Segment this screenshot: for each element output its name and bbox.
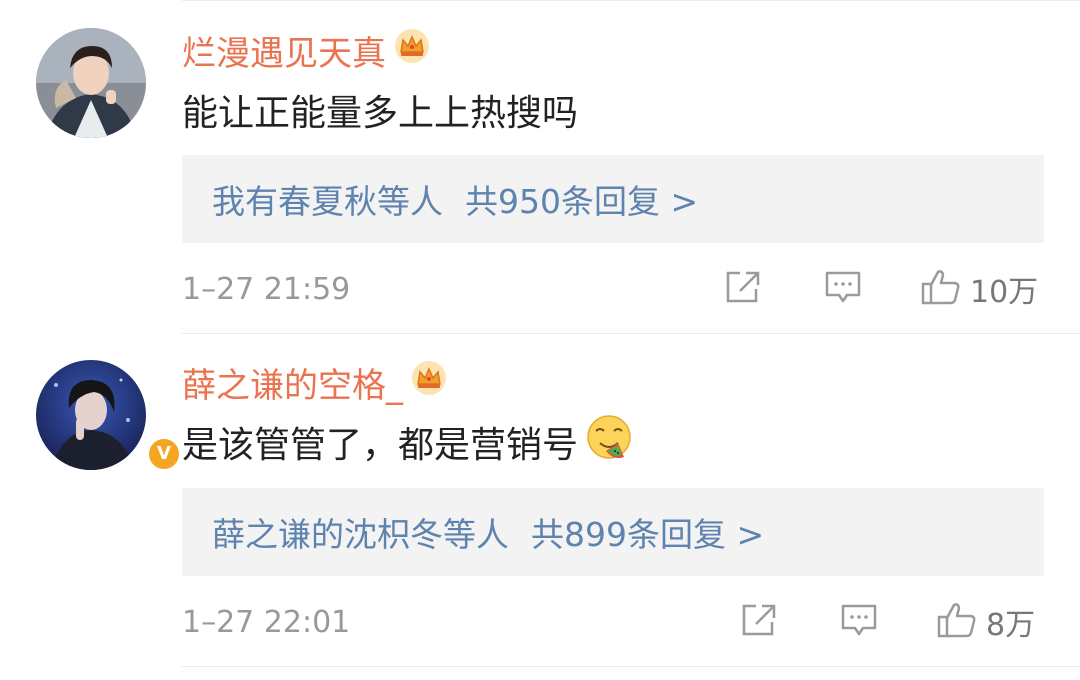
thumbs-up-icon[interactable] xyxy=(920,268,962,310)
reply-summary[interactable]: 薛之谦的沈枳冬等人 共899条回复 > xyxy=(182,488,1044,576)
like-action[interactable]: 10万 xyxy=(920,268,1039,310)
comment-meta: 1–27 21:59 10万 xyxy=(182,268,1044,310)
repost-icon[interactable] xyxy=(740,602,778,642)
avatar[interactable]: V xyxy=(36,360,182,472)
timestamp: 1–27 21:59 xyxy=(182,271,351,307)
verified-badge-icon: V xyxy=(146,436,182,472)
comment-action[interactable] xyxy=(824,269,862,309)
comment-action[interactable] xyxy=(840,602,878,642)
comment-meta: 1–27 22:01 8万 xyxy=(182,601,1044,643)
crown-icon xyxy=(394,28,430,73)
comment-divider xyxy=(182,666,1080,667)
comment-icon[interactable] xyxy=(840,602,878,642)
comment-item: V 薛之谦的空格_ 是该管管了，都是营销号 薛之谦的沈枳冬等人 共899条回复 … xyxy=(0,334,1080,667)
like-action[interactable]: 8万 xyxy=(936,601,1036,643)
reply-summary[interactable]: 我有春夏秋等人 共950条回复 > xyxy=(182,155,1044,243)
timestamp: 1–27 22:01 xyxy=(182,604,351,640)
username[interactable]: 烂漫遇见天真 xyxy=(182,26,430,74)
avatar[interactable] xyxy=(36,28,146,138)
username[interactable]: 薛之谦的空格_ xyxy=(182,358,447,406)
reply-users[interactable]: 薛之谦的沈枳冬等人 xyxy=(212,508,509,556)
crown-icon xyxy=(411,360,447,405)
comment-text-body: 是该管管了，都是营销号 xyxy=(182,425,579,466)
drooling-face-emoji xyxy=(584,413,634,472)
like-count: 10万 xyxy=(970,275,1039,310)
comment-icon[interactable] xyxy=(824,269,862,309)
username-text[interactable]: 烂漫遇见天真 xyxy=(182,26,386,75)
thumbs-up-icon[interactable] xyxy=(936,601,978,643)
reply-count-link[interactable]: 共899条回复 > xyxy=(531,508,764,556)
username-text[interactable]: 薛之谦的空格_ xyxy=(182,358,403,407)
like-count: 8万 xyxy=(986,608,1036,643)
repost-icon[interactable] xyxy=(724,269,762,309)
comment-item: 烂漫遇见天真 能让正能量多上上热搜吗 我有春夏秋等人 共950条回复 > 1–2… xyxy=(0,0,1080,333)
reply-count-link[interactable]: 共950条回复 > xyxy=(465,175,698,223)
repost-action[interactable] xyxy=(724,269,762,309)
comment-text: 是该管管了，都是营销号 xyxy=(182,414,634,468)
comment-text: 能让正能量多上上热搜吗 xyxy=(182,93,579,134)
repost-action[interactable] xyxy=(740,602,778,642)
reply-users[interactable]: 我有春夏秋等人 xyxy=(212,175,443,223)
